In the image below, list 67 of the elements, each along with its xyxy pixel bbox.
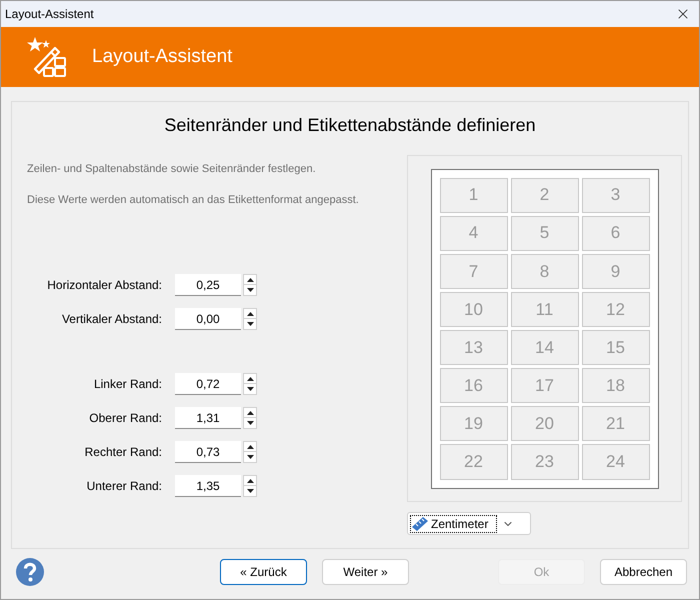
up-arrow-icon	[246, 444, 254, 448]
label-tile: 9	[582, 254, 650, 289]
dialog-button[interactable]: Weiter »	[322, 559, 409, 585]
field-label: Linker Rand:	[92, 376, 163, 393]
spin-buttons[interactable]	[243, 274, 257, 296]
label-tile: 6	[582, 216, 650, 251]
up-arrow-icon	[246, 312, 254, 316]
instruction-text: Zeilen- und Spaltenabstände sowie Seitenränder festlegen.	[27, 162, 317, 177]
label-tile: 15	[582, 330, 650, 366]
ruler-icon	[411, 516, 429, 532]
up-arrow-icon	[246, 376, 254, 380]
label-tile: 16	[440, 368, 508, 404]
down-arrow-icon	[246, 421, 254, 425]
unit-value: Zentimeter	[431, 516, 488, 532]
label-tile: 8	[510, 254, 578, 289]
spin-buttons[interactable]	[243, 407, 257, 429]
label-tile: 10	[440, 292, 508, 327]
dialog-button[interactable]: Abbrechen	[600, 559, 687, 585]
up-arrow-icon	[246, 478, 254, 482]
header-title: Layout-Assistent	[92, 44, 232, 69]
label-tile: 22	[440, 444, 508, 480]
label-tile: 13	[440, 330, 508, 366]
label-tile: 24	[582, 444, 650, 480]
field-label: Vertikaler Abstand:	[60, 311, 163, 328]
label-tile: 20	[510, 406, 578, 442]
window-title: Layout-Assistent	[5, 6, 94, 23]
label-tile: 18	[582, 368, 650, 404]
label-tile: 14	[510, 330, 578, 366]
label-tile: 19	[440, 406, 508, 442]
field-label: Oberer Rand:	[88, 410, 163, 427]
label-tile: 12	[582, 292, 650, 327]
label-tile: 2	[510, 178, 578, 213]
label-tile: 1	[440, 178, 508, 213]
label-tile: 4	[440, 216, 508, 251]
unit-dropdown[interactable]: Zentimeter	[407, 512, 531, 535]
page-heading: Seitenränder und Etikettenabstände definieren	[163, 114, 537, 137]
up-arrow-icon	[246, 278, 254, 282]
help-icon[interactable]	[15, 557, 45, 587]
label-tile: 21	[582, 406, 650, 442]
down-arrow-icon	[246, 322, 254, 326]
spin-buttons[interactable]	[243, 308, 257, 330]
instruction-text: Diese Werte werden automatisch an das Etikettenformat angepasst.	[27, 192, 360, 208]
magic-wand-grid-icon	[26, 35, 68, 79]
label-tile: 23	[510, 444, 578, 480]
number-field[interactable]: 0,00	[175, 308, 241, 330]
label-tile: 11	[510, 292, 578, 327]
down-arrow-icon	[246, 387, 254, 391]
number-field[interactable]: 1,35	[175, 475, 241, 497]
field-label: Rechter Rand:	[84, 444, 163, 461]
spin-buttons[interactable]	[243, 373, 257, 395]
label-tile: 7	[440, 254, 508, 289]
field-label: Horizontaler Abstand:	[46, 277, 163, 294]
down-arrow-icon	[246, 455, 254, 459]
number-field[interactable]: 0,25	[175, 274, 241, 296]
label-tile: 3	[582, 178, 650, 213]
down-arrow-icon	[246, 489, 254, 493]
field-label: Unterer Rand:	[86, 478, 163, 495]
label-tile: 17	[510, 368, 578, 404]
dialog-button[interactable]: « Zurück	[220, 559, 307, 585]
spin-buttons[interactable]	[243, 441, 257, 463]
down-arrow-icon	[246, 288, 254, 292]
label-tile: 5	[510, 216, 578, 251]
up-arrow-icon	[246, 410, 254, 414]
number-field[interactable]: 0,72	[175, 373, 241, 395]
number-field[interactable]: 0,73	[175, 441, 241, 463]
spin-buttons[interactable]	[243, 475, 257, 497]
number-field[interactable]: 1,31	[175, 407, 241, 429]
